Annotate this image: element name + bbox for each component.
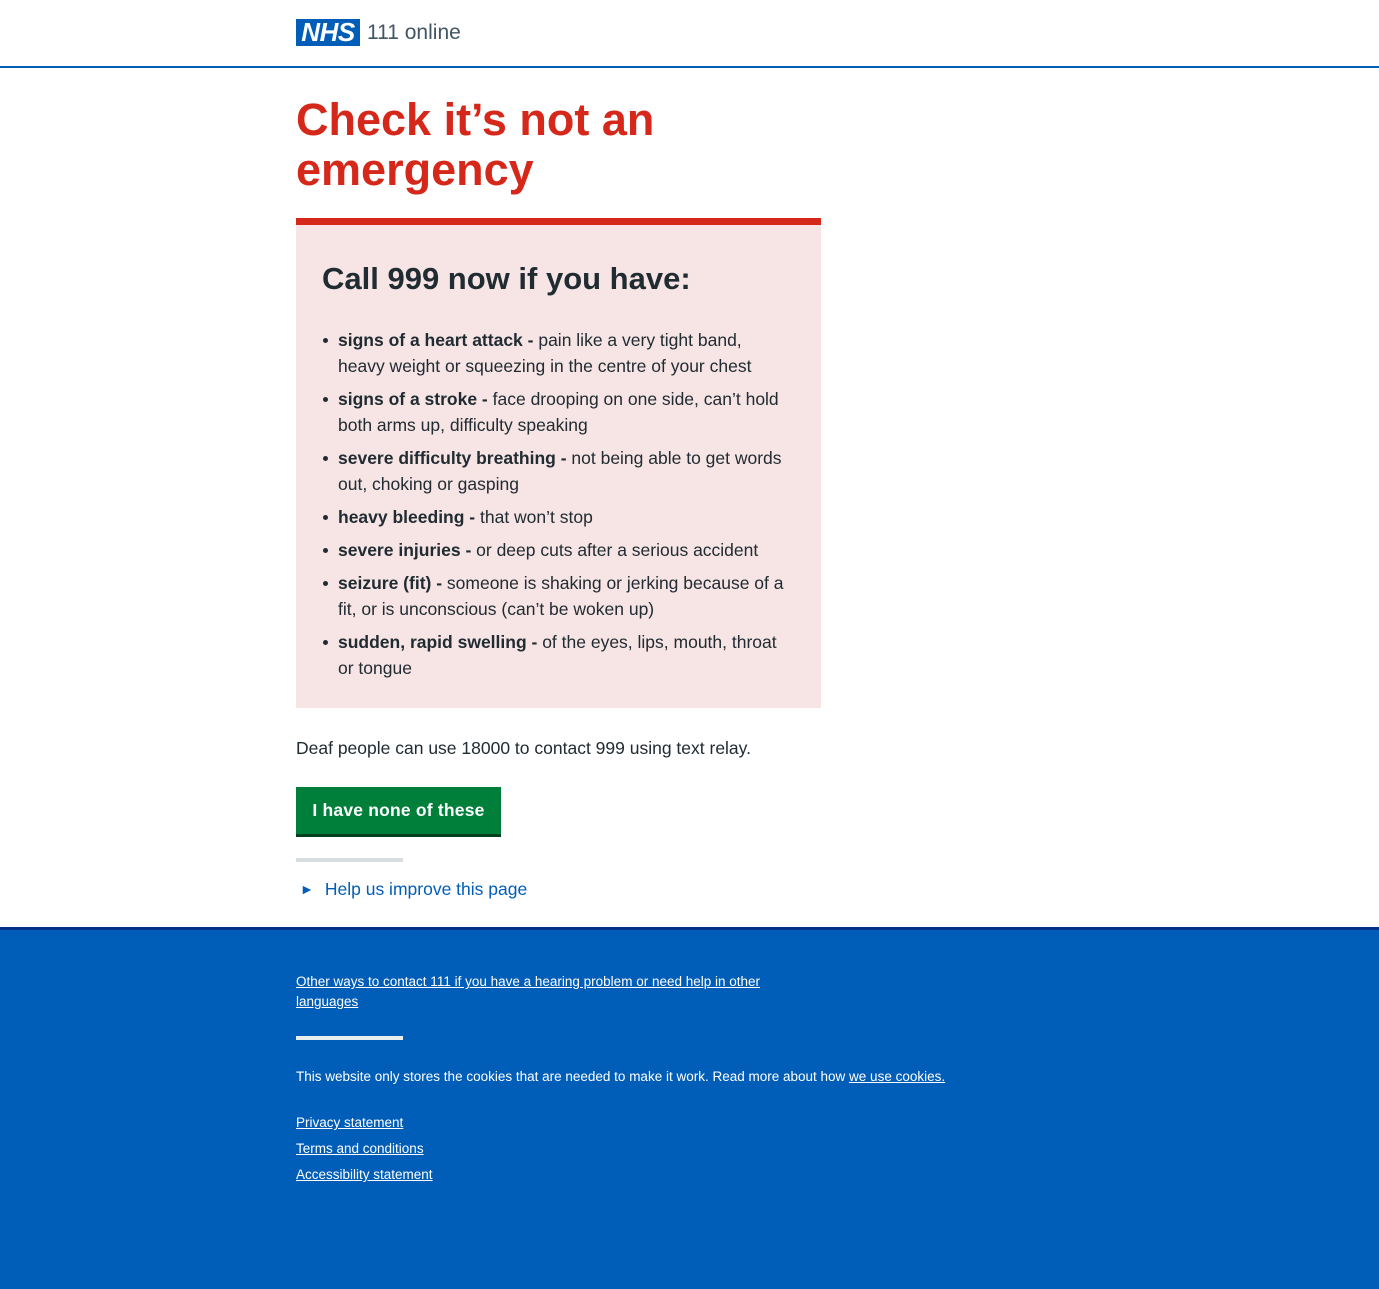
care-card-heading: Call 999 now if you have:: [322, 261, 691, 296]
footer-links: Privacy statement Terms and conditions A…: [296, 1113, 433, 1191]
terms-and-conditions-link[interactable]: Terms and conditions: [296, 1141, 424, 1156]
symptom-item: sudden, rapid swelling - of the eyes, li…: [322, 629, 792, 681]
symptom-name: signs of a heart attack -: [338, 330, 534, 350]
emergency-symptom-list: signs of a heart attack - pain like a ve…: [322, 327, 792, 688]
cookie-notice-text: This website only stores the cookies tha…: [296, 1069, 850, 1084]
expand-arrow-icon: ►: [300, 881, 314, 897]
feedback-details-label: Help us improve this page: [324, 879, 528, 899]
symptom-description: or deep cuts after a serious accident: [471, 540, 759, 560]
symptom-item: seizure (fit) - someone is shaking or je…: [322, 570, 792, 622]
symptom-item: heavy bleeding - that won’t stop: [322, 504, 792, 530]
emergency-care-card: Call 999 now if you have: signs of a hea…: [296, 218, 821, 708]
other-ways-contact-link[interactable]: Other ways to contact 111 if you have a …: [296, 974, 760, 1009]
cookie-notice: This website only stores the cookies tha…: [296, 1067, 945, 1087]
symptom-item: severe injuries - or deep cuts after a s…: [322, 537, 792, 563]
footer-link-item: Terms and conditions: [296, 1139, 433, 1159]
symptom-name: severe injuries -: [338, 540, 472, 560]
site-header: NHS 111 online: [0, 0, 1379, 68]
none-of-these-button[interactable]: I have none of these: [296, 787, 501, 834]
footer-link-item: Privacy statement: [296, 1113, 433, 1133]
symptom-item: signs of a heart attack - pain like a ve…: [322, 327, 792, 379]
page-title: Check it’s not an emergency: [296, 94, 655, 195]
symptom-item: signs of a stroke - face drooping on one…: [322, 386, 792, 438]
site-footer: Other ways to contact 111 if you have a …: [0, 927, 1379, 1289]
section-divider: [296, 858, 403, 862]
home-link[interactable]: NHS 111 online: [296, 19, 461, 46]
nhs-logo: NHS: [296, 19, 360, 46]
symptom-name: signs of a stroke -: [338, 389, 488, 409]
accessibility-statement-link[interactable]: Accessibility statement: [296, 1167, 433, 1182]
cookies-link[interactable]: we use cookies.: [849, 1069, 945, 1084]
footer-contact: Other ways to contact 111 if you have a …: [296, 972, 796, 1012]
symptom-description: that won’t stop: [475, 507, 593, 527]
service-name: 111 online: [367, 21, 461, 44]
symptom-name: sudden, rapid swelling -: [338, 632, 538, 652]
symptom-name: heavy bleeding -: [338, 507, 476, 527]
footer-link-item: Accessibility statement: [296, 1165, 433, 1185]
nhs-logo-text: NHS: [301, 17, 355, 47]
symptom-name: severe difficulty breathing -: [338, 448, 567, 468]
feedback-details-toggle[interactable]: ► Help us improve this page: [300, 876, 527, 902]
symptom-name: seizure (fit) -: [338, 573, 443, 593]
privacy-statement-link[interactable]: Privacy statement: [296, 1115, 403, 1130]
text-relay-info: Deaf people can use 18000 to contact 999…: [296, 738, 751, 758]
symptom-item: severe difficulty breathing - not being …: [322, 445, 792, 497]
footer-divider: [296, 1036, 403, 1040]
